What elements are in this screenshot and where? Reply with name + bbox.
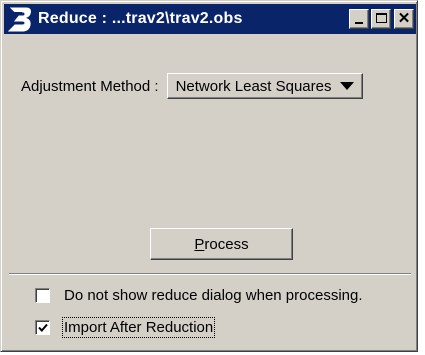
window-title: Reduce : ...trav2\trav2.obs [38,10,243,27]
import-after-reduction-label: Import After Reduction [61,317,216,338]
option-row-hide-dialog[interactable]: Do not show reduce dialog when processin… [35,287,363,304]
maximize-button[interactable] [371,9,391,29]
process-mnemonic: P [194,235,205,253]
adjustment-method-label: Adjustment Method : [21,77,159,95]
hide-dialog-label: Do not show reduce dialog when processin… [64,287,363,304]
close-icon: ✕ [397,10,411,27]
option-row-import[interactable]: Import After Reduction [35,317,216,338]
reduce-dialog: Reduce : ...trav2\trav2.obs ✕ Adjustment… [0,0,418,352]
hide-dialog-checkbox[interactable] [35,288,50,303]
close-button[interactable]: ✕ [394,9,414,29]
minimize-icon [355,22,363,24]
minimize-button[interactable] [349,9,369,29]
process-button[interactable]: Process [150,228,293,260]
adjustment-method-dropdown[interactable]: Network Least Squares [166,73,363,99]
import-after-reduction-checkbox[interactable] [35,320,50,335]
process-label-rest: rocess [204,235,249,253]
title-bar[interactable]: Reduce : ...trav2\trav2.obs ✕ [4,4,416,34]
maximize-icon [376,13,387,23]
bentley-b-icon [7,7,31,32]
dropdown-arrow-icon [339,82,354,90]
separator [9,273,411,275]
checkmark-icon [38,323,48,332]
adjustment-method-value: Network Least Squares [175,77,332,95]
process-button-label: Process [194,236,248,253]
window-controls: ✕ [347,9,414,29]
adjustment-method-row: Adjustment Method : Network Least Square… [21,73,363,99]
